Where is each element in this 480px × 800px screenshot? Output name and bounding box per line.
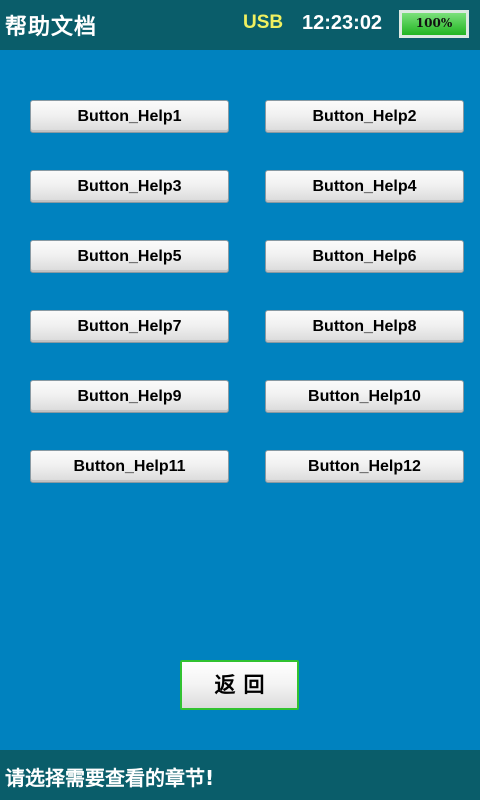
help-button-10[interactable]: Button_Help10 xyxy=(265,380,464,413)
clock: 12:23:02 xyxy=(302,12,383,34)
help-button-7[interactable]: Button_Help7 xyxy=(30,310,229,343)
help-button-3[interactable]: Button_Help3 xyxy=(30,170,229,203)
help-button-6[interactable]: Button_Help6 xyxy=(265,240,464,273)
help-button-1[interactable]: Button_Help1 xyxy=(30,100,229,133)
help-button-5[interactable]: Button_Help5 xyxy=(30,240,229,273)
help-button-4[interactable]: Button_Help4 xyxy=(265,170,464,203)
usb-indicator: USB xyxy=(243,12,284,33)
status-message: 请选择需要查看的章节! xyxy=(5,766,215,790)
page-title: 帮助文档 xyxy=(5,15,98,40)
battery-label: 100% xyxy=(415,16,453,30)
help-button-12[interactable]: Button_Help12 xyxy=(265,450,464,483)
status-bar: 请选择需要查看的章节! xyxy=(0,750,480,800)
help-button-9[interactable]: Button_Help9 xyxy=(30,380,229,413)
help-button-2[interactable]: Button_Help2 xyxy=(265,100,464,133)
help-button-8[interactable]: Button_Help8 xyxy=(265,310,464,343)
top-bar: 帮助文档 USB 12:23:02 100% xyxy=(0,0,480,50)
help-button-11[interactable]: Button_Help11 xyxy=(30,450,229,483)
back-button[interactable]: 返回 xyxy=(180,660,299,710)
battery-indicator: 100% xyxy=(399,10,469,38)
